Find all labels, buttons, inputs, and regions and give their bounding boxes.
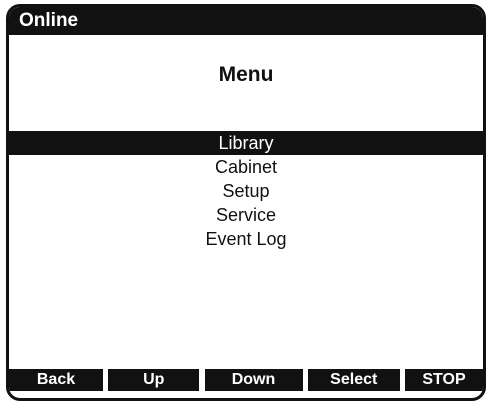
- menu-item-service[interactable]: Service: [9, 203, 483, 227]
- down-button[interactable]: Down: [204, 369, 303, 391]
- menu-item-setup[interactable]: Setup: [9, 179, 483, 203]
- up-button[interactable]: Up: [108, 369, 200, 391]
- back-button[interactable]: Back: [9, 369, 103, 391]
- menu-item-library[interactable]: Library: [9, 131, 483, 155]
- stop-button[interactable]: STOP: [405, 369, 483, 391]
- page-title: Menu: [218, 63, 274, 86]
- menu-item-cabinet[interactable]: Cabinet: [9, 155, 483, 179]
- status-title: Online: [19, 10, 79, 31]
- status-bar: Online: [9, 7, 483, 35]
- device-screen-frame: Online Menu Library Cabinet Setup Servic…: [6, 4, 486, 401]
- select-button[interactable]: Select: [307, 369, 400, 391]
- softkey-bar: Back Up Down Select STOP: [9, 369, 483, 391]
- menu-list: Library Cabinet Setup Service Event Log: [9, 131, 483, 251]
- menu-item-event-log[interactable]: Event Log: [9, 227, 483, 251]
